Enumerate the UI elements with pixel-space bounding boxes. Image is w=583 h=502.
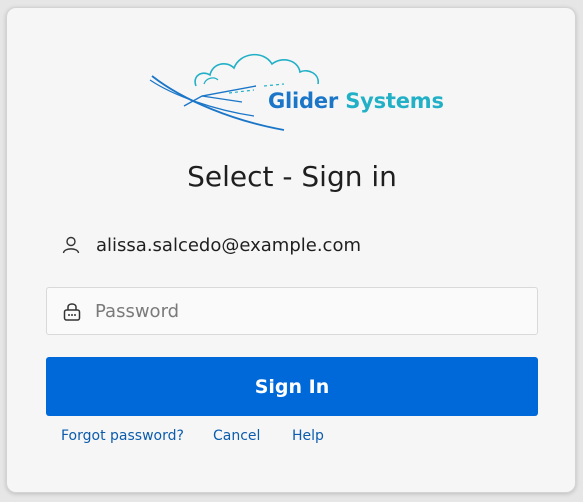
- brand-word-systems: Systems: [345, 89, 444, 113]
- sign-in-button[interactable]: Sign In: [46, 357, 538, 416]
- account-email: alissa.salcedo@example.com: [96, 234, 361, 256]
- glider-systems-logo: Glider Systems: [144, 46, 454, 138]
- page-title: Select - Sign in: [187, 160, 397, 193]
- sign-in-dialog: Glider Systems Select - Sign in alissa.s…: [6, 7, 576, 493]
- account-row: alissa.salcedo@example.com: [62, 232, 361, 258]
- password-input[interactable]: [95, 288, 525, 334]
- cancel-link[interactable]: Cancel: [213, 428, 260, 444]
- brand-word-glider: Glider: [268, 89, 339, 113]
- forgot-password-link[interactable]: Forgot password?: [61, 428, 184, 444]
- help-link[interactable]: Help: [292, 428, 324, 444]
- password-field[interactable]: [46, 287, 538, 335]
- lock-icon: [63, 303, 81, 321]
- person-icon: [62, 236, 80, 254]
- brand-name: Glider Systems: [268, 89, 444, 113]
